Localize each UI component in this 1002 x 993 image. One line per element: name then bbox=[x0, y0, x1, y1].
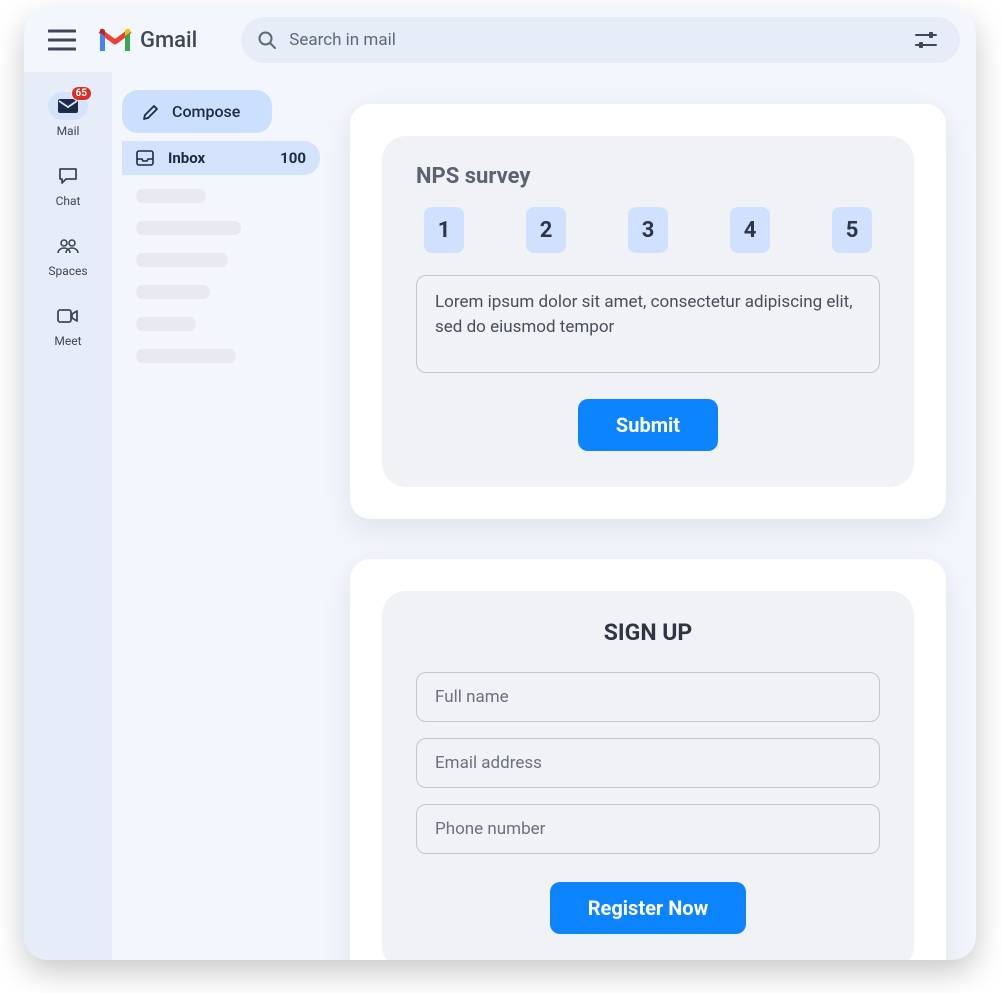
skeleton bbox=[136, 189, 206, 203]
sidebar: Compose Inbox 100 bbox=[112, 72, 320, 960]
compose-label: Compose bbox=[172, 102, 240, 121]
main-content: NPS survey 1 2 3 4 5 Lorem ipsum dolor s… bbox=[320, 72, 976, 960]
mail-badge: 65 bbox=[71, 86, 92, 101]
menu-button[interactable] bbox=[40, 18, 84, 62]
mail-icon: 65 bbox=[48, 92, 88, 120]
rail-label: Chat bbox=[56, 194, 81, 208]
rail-item-spaces[interactable]: Spaces bbox=[33, 232, 103, 278]
rail-item-chat[interactable]: Chat bbox=[33, 162, 103, 208]
register-button[interactable]: Register Now bbox=[550, 882, 747, 934]
rail-item-mail[interactable]: 65 Mail bbox=[33, 92, 103, 138]
signup-card: SIGN UP Full name Email address Phone nu… bbox=[350, 559, 946, 960]
nps-submit-button[interactable]: Submit bbox=[578, 399, 718, 451]
inbox-count: 100 bbox=[280, 149, 306, 167]
app-rail: 65 Mail Chat Spaces Meet bbox=[24, 72, 112, 960]
hamburger-icon bbox=[48, 29, 76, 51]
app-window: Gmail Search in mail 65 bbox=[24, 8, 976, 960]
meet-icon bbox=[48, 302, 88, 330]
nps-ratings: 1 2 3 4 5 bbox=[416, 207, 880, 253]
nps-rating-4[interactable]: 4 bbox=[730, 207, 770, 253]
skeleton bbox=[136, 221, 241, 235]
phone-field[interactable]: Phone number bbox=[416, 804, 880, 854]
search-options-button[interactable] bbox=[908, 31, 944, 49]
nps-card: NPS survey 1 2 3 4 5 Lorem ipsum dolor s… bbox=[350, 104, 946, 519]
rail-item-meet[interactable]: Meet bbox=[33, 302, 103, 348]
full-name-field[interactable]: Full name bbox=[416, 672, 880, 722]
spaces-icon bbox=[48, 232, 88, 260]
sidebar-placeholders bbox=[122, 183, 320, 363]
body: 65 Mail Chat Spaces Meet bbox=[24, 72, 976, 960]
chat-icon bbox=[48, 162, 88, 190]
search-icon bbox=[257, 30, 277, 50]
nps-rating-5[interactable]: 5 bbox=[832, 207, 872, 253]
gmail-logo[interactable]: Gmail bbox=[98, 27, 197, 53]
pencil-icon bbox=[142, 103, 160, 121]
gmail-m-icon bbox=[98, 27, 132, 53]
skeleton bbox=[136, 349, 236, 363]
nps-title: NPS survey bbox=[416, 164, 880, 189]
email-field[interactable]: Email address bbox=[416, 738, 880, 788]
inbox-icon bbox=[136, 150, 154, 166]
rail-label: Spaces bbox=[48, 264, 87, 278]
sidebar-item-inbox[interactable]: Inbox 100 bbox=[122, 141, 320, 175]
compose-button[interactable]: Compose bbox=[122, 90, 272, 133]
nps-rating-3[interactable]: 3 bbox=[628, 207, 668, 253]
nps-comment[interactable]: Lorem ipsum dolor sit amet, consectetur … bbox=[416, 275, 880, 373]
skeleton bbox=[136, 317, 196, 331]
sidebar-item-label: Inbox bbox=[168, 149, 205, 167]
search-bar[interactable]: Search in mail bbox=[241, 17, 960, 63]
signup-title: SIGN UP bbox=[416, 619, 880, 646]
rail-label: Mail bbox=[57, 124, 80, 138]
product-name: Gmail bbox=[140, 28, 197, 53]
tune-icon bbox=[915, 31, 937, 49]
search-input[interactable]: Search in mail bbox=[289, 30, 896, 50]
skeleton bbox=[136, 285, 210, 299]
signup-panel: SIGN UP Full name Email address Phone nu… bbox=[382, 591, 914, 960]
nps-panel: NPS survey 1 2 3 4 5 Lorem ipsum dolor s… bbox=[382, 136, 914, 487]
skeleton bbox=[136, 253, 228, 267]
top-bar: Gmail Search in mail bbox=[24, 8, 976, 72]
nps-rating-1[interactable]: 1 bbox=[424, 207, 464, 253]
rail-label: Meet bbox=[54, 334, 81, 348]
nps-rating-2[interactable]: 2 bbox=[526, 207, 566, 253]
